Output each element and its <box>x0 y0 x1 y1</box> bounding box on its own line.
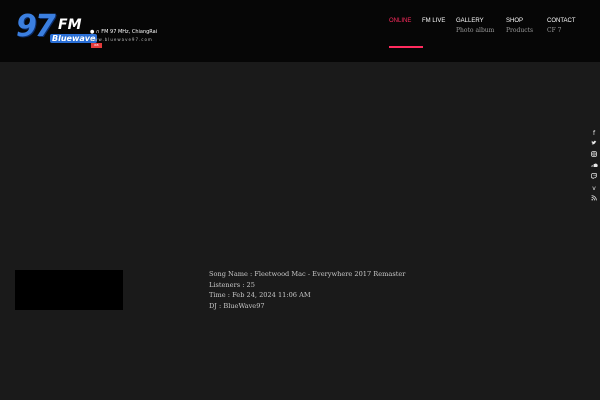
twitch-icon[interactable] <box>589 172 599 183</box>
facebook-icon[interactable]: f <box>589 128 599 139</box>
nav-item-shop[interactable]: SHOP Products <box>506 18 533 34</box>
song-name: Song Name : Fleetwood Mac - Everywhere 2… <box>209 270 406 278</box>
nav-sub-label: Products <box>506 27 534 34</box>
logo-url: www.bluewave97.com <box>90 37 153 42</box>
nav-item-contact[interactable]: CONTACT CF 7 <box>547 18 576 34</box>
nav-label: SHOP <box>506 18 524 24</box>
logo-mark: 97 FM Bluewave <box>14 9 98 51</box>
current-time: Time : Feb 24, 2024 11:06 AM <box>209 291 311 299</box>
nav-item-fm-live[interactable]: FM LIVE <box>422 18 445 24</box>
nav-item-online[interactable]: ONLINE <box>389 18 411 24</box>
instagram-icon[interactable] <box>589 150 599 161</box>
logo-badge: RB <box>91 43 102 48</box>
soundcloud-icon[interactable] <box>589 161 599 172</box>
social-icons-bar: f v <box>589 128 599 205</box>
nav-item-gallery[interactable]: GALLERY Photo album <box>456 18 494 34</box>
listeners-count: Listeners : 25 <box>209 280 255 289</box>
site-logo[interactable]: 97 FM Bluewave ● ∩ FM 97 MHz, ChiangRai … <box>14 9 160 51</box>
location-pin-icon: ● <box>90 29 95 35</box>
logo-fm: FM <box>58 17 82 33</box>
twitter-icon[interactable] <box>589 139 599 150</box>
dj-name: DJ : BlueWave97 <box>209 301 265 310</box>
nav-label: GALLERY <box>456 18 484 24</box>
frequency-text: FM 97 MHz, ChiangRai <box>101 29 158 35</box>
audio-player[interactable] <box>15 270 123 310</box>
nav-label: ONLINE <box>389 18 412 24</box>
nav-sub-label: CF 7 <box>547 27 562 34</box>
nav-label: FM LIVE <box>422 18 446 24</box>
vimeo-icon[interactable]: v <box>589 183 599 194</box>
logo-number: 97 <box>16 9 56 44</box>
site-header: 97 FM Bluewave ● ∩ FM 97 MHz, ChiangRai … <box>0 0 600 62</box>
nav-label: CONTACT <box>547 18 576 24</box>
nav-active-indicator <box>389 46 423 48</box>
nav-sub-label: Photo album <box>456 27 495 34</box>
now-playing-info: Song Name : Fleetwood Mac - Everywhere 2… <box>209 269 405 311</box>
headphones-icon: ∩ <box>95 29 100 35</box>
logo-frequency: ● ∩ FM 97 MHz, ChiangRai <box>90 29 157 35</box>
rss-icon[interactable] <box>589 194 599 205</box>
